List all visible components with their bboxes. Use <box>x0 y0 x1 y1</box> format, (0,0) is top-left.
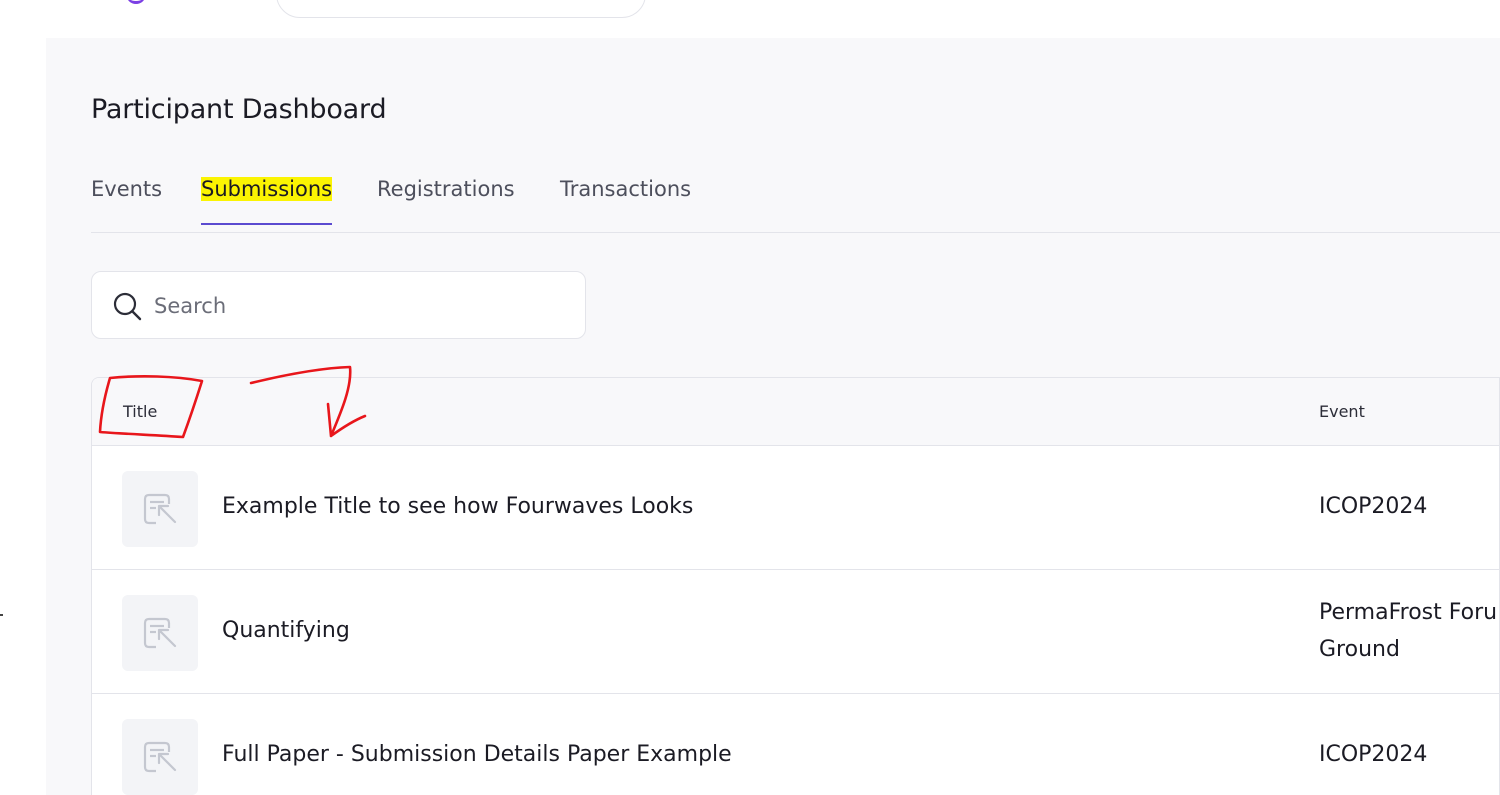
submission-thumbnail <box>122 595 198 671</box>
document-icon <box>143 493 177 525</box>
page-title: Participant Dashboard <box>91 94 387 125</box>
tab-transactions[interactable]: Transactions <box>560 177 691 223</box>
table-row[interactable]: Example Title to see how Fourwaves Looks… <box>92 446 1499 570</box>
tab-registrations[interactable]: Registrations <box>377 177 515 223</box>
logo-icon[interactable] <box>126 0 146 4</box>
tab-submissions[interactable]: Submissions <box>201 177 333 225</box>
submission-event: PermaFrost Foru Ground <box>1319 600 1498 662</box>
tab-label: Submissions <box>201 177 333 201</box>
global-search-field[interactable] <box>276 0 646 18</box>
top-bar <box>0 0 1500 38</box>
submission-thumbnail <box>122 719 198 795</box>
tab-bar: Events Submissions Registrations Transac… <box>91 171 1500 233</box>
column-header-title[interactable]: Title <box>123 402 157 421</box>
tab-label: Events <box>91 177 163 201</box>
search-icon <box>113 292 142 321</box>
tab-events[interactable]: Events <box>91 177 162 223</box>
column-header-event[interactable]: Event <box>1319 402 1365 421</box>
main-content: Participant Dashboard Events Submissions… <box>46 38 1500 795</box>
submissions-table: Title Event Example Title to see how Fou… <box>91 377 1500 795</box>
submission-thumbnail <box>122 471 198 547</box>
document-icon <box>143 617 177 649</box>
search-input[interactable] <box>154 290 554 322</box>
table-header: Title Event <box>92 378 1499 446</box>
submission-event: ICOP2024 <box>1319 742 1428 767</box>
table-row[interactable]: Full Paper - Submission Details Paper Ex… <box>92 694 1499 795</box>
tab-label: Registrations <box>377 177 515 201</box>
document-icon <box>143 741 177 773</box>
search-field[interactable] <box>91 271 586 339</box>
submission-event: ICOP2024 <box>1319 494 1428 519</box>
submission-title[interactable]: Example Title to see how Fourwaves Looks <box>222 494 693 519</box>
tab-label: Transactions <box>560 177 692 201</box>
submission-title[interactable]: Quantifying <box>222 618 350 643</box>
divider <box>0 614 3 616</box>
table-row[interactable]: Quantifying PermaFrost Foru Ground <box>92 570 1499 694</box>
submission-title[interactable]: Full Paper - Submission Details Paper Ex… <box>222 742 732 767</box>
